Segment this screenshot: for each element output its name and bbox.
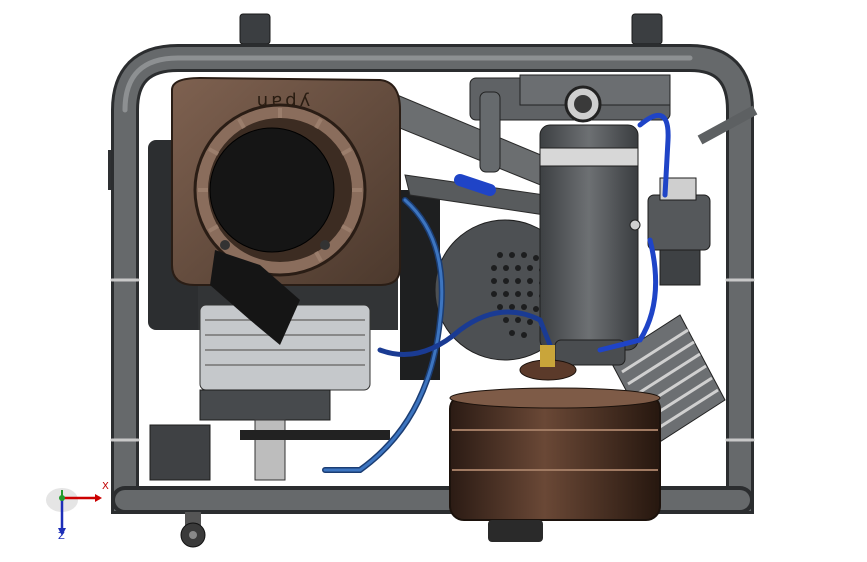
z-axis-label: Z	[58, 531, 65, 542]
orientation-triad[interactable]: X Z	[40, 478, 120, 548]
engine-shroud	[171, 76, 401, 391]
x-axis-label: X	[102, 481, 109, 492]
filter-cylinder	[539, 124, 641, 366]
frame-top-posts	[239, 13, 663, 45]
engine-base	[149, 389, 390, 481]
cad-model-viewport[interactable]: ypan X Z	[0, 0, 867, 562]
compressor-assembly-model[interactable]	[0, 0, 867, 562]
frame-wheel	[180, 512, 206, 548]
engine-brand-label: ypan	[253, 91, 311, 112]
